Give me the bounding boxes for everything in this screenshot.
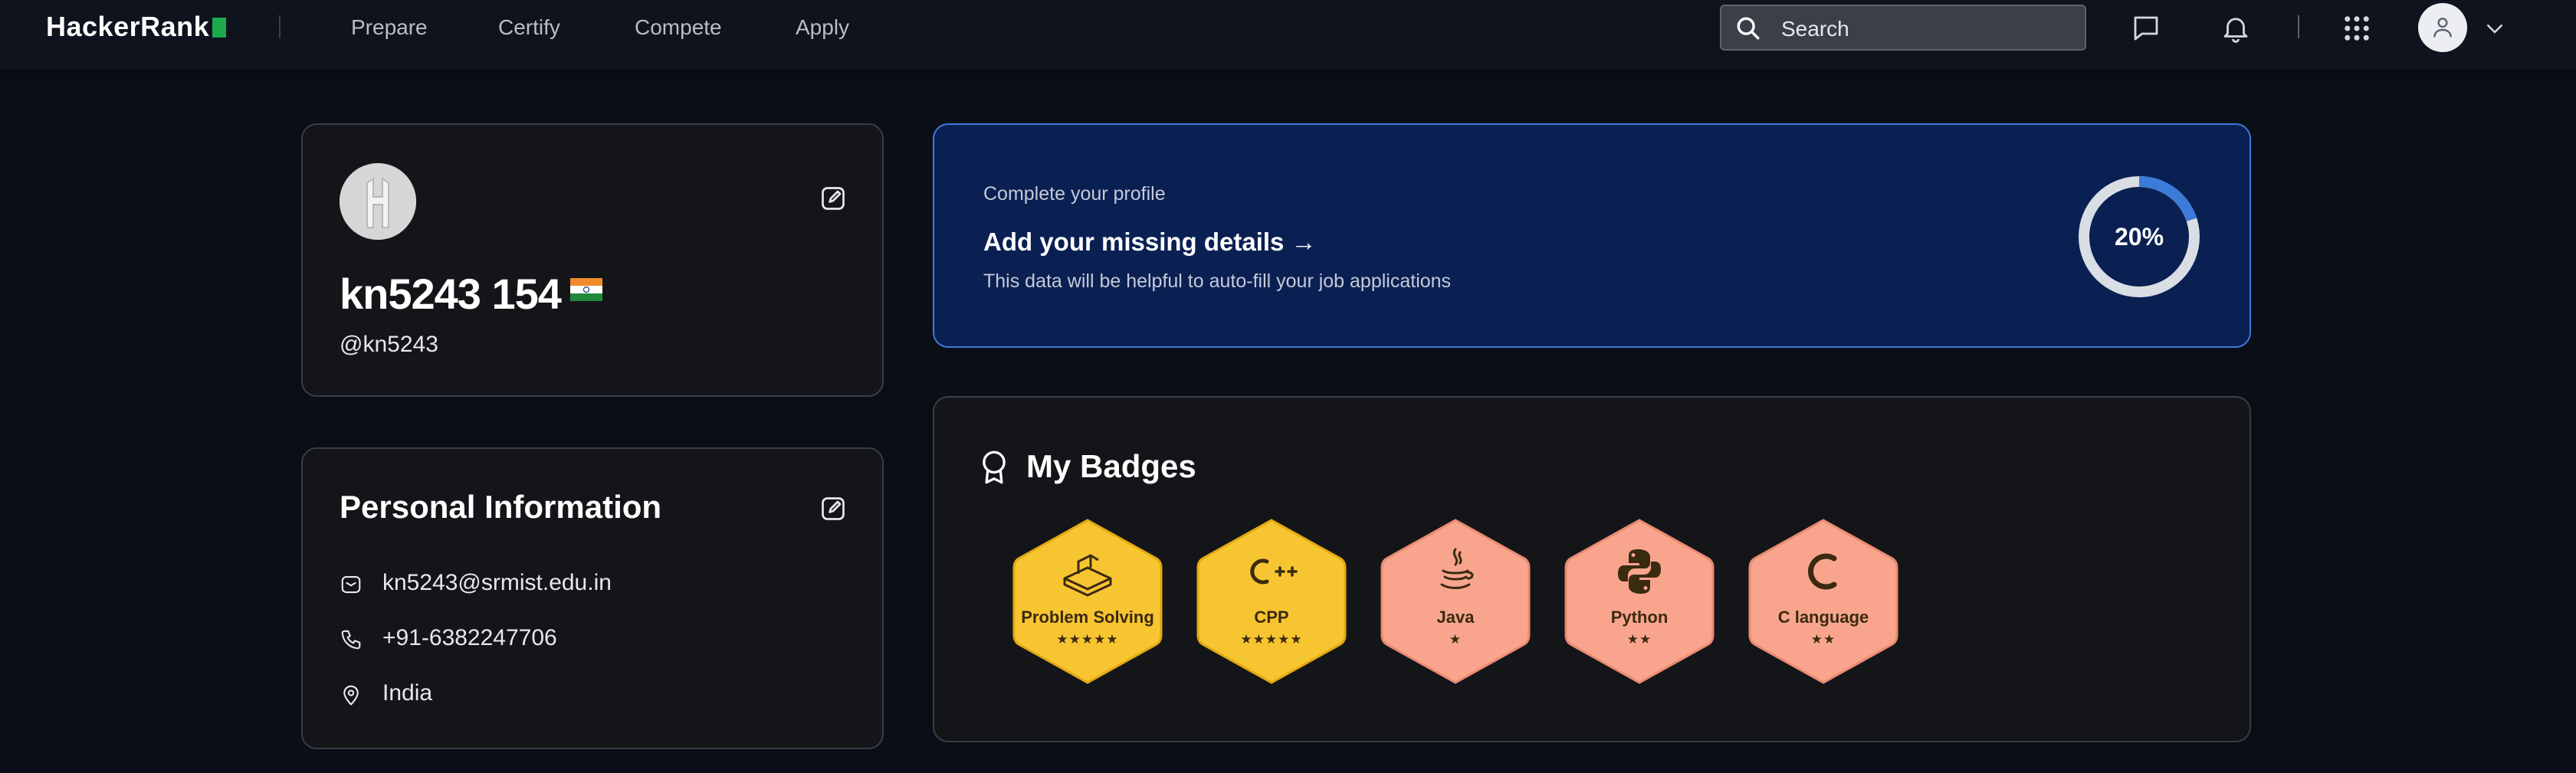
- badge-name: Java: [1436, 608, 1475, 627]
- top-navigation-bar: HackerRank Prepare Certify Compete Apply…: [0, 0, 2576, 69]
- chevron-down-icon[interactable]: [2483, 17, 2506, 40]
- personal-information-title: Personal Information: [340, 489, 662, 525]
- hackerrank-logo[interactable]: HackerRank: [46, 11, 227, 43]
- profile-handle: @kn5243: [340, 332, 438, 357]
- search-placeholder: Search: [1781, 17, 1849, 41]
- nav-compete[interactable]: Compete: [635, 15, 722, 40]
- badge-problem-solving[interactable]: Problem Solving ★★★★★: [1011, 517, 1164, 686]
- location-pin-icon: [343, 685, 359, 706]
- nav-apply[interactable]: Apply: [796, 15, 849, 40]
- user-avatar[interactable]: [2418, 3, 2467, 52]
- location-value: India: [382, 680, 433, 706]
- hexagon-shape: [1748, 519, 1898, 684]
- message-icon[interactable]: [2130, 12, 2162, 44]
- edit-profile-icon[interactable]: [819, 185, 847, 212]
- badge-python[interactable]: Python ★★: [1563, 517, 1716, 686]
- hexagon-shape: [1564, 519, 1715, 684]
- hackerrank-avatar-icon: [340, 163, 416, 240]
- c-language-icon: [1808, 553, 1837, 590]
- bell-icon[interactable]: [2220, 12, 2252, 44]
- profile-name: kn5243 154: [340, 269, 602, 319]
- apps-grid-icon[interactable]: [2341, 12, 2373, 44]
- nav-certify[interactable]: Certify: [498, 15, 560, 40]
- badge-cpp[interactable]: CPP ★★★★★: [1195, 517, 1348, 686]
- personal-information-card: Personal Information kn5243@srmist.edu.i…: [301, 447, 884, 749]
- badge-stars: ★★★★★: [1056, 632, 1119, 647]
- python-icon: [1618, 549, 1661, 594]
- email-value: kn5243@srmist.edu.in: [382, 570, 612, 595]
- phone-value: +91-6382247706: [382, 625, 557, 650]
- badge-java[interactable]: Java ★: [1379, 517, 1532, 686]
- add-missing-details-link[interactable]: Add your missing details →: [983, 228, 1317, 257]
- logo-mark: [212, 18, 227, 38]
- complete-profile-subtitle: Complete your profile: [983, 183, 1166, 205]
- badge-name: Python: [1610, 608, 1669, 627]
- edit-personal-info-icon[interactable]: [819, 495, 847, 522]
- progress-percentage: 20%: [2114, 223, 2164, 251]
- problem-solving-icon: [1063, 554, 1112, 597]
- badge-stars: ★: [1449, 632, 1462, 647]
- complete-profile-description: This data will be helpful to auto-fill y…: [983, 270, 1452, 292]
- badge-stars: ★★: [1810, 632, 1836, 647]
- header-divider: [2298, 15, 2299, 38]
- profile-avatar: [340, 163, 416, 240]
- badge-stars: ★★★★★: [1240, 632, 1303, 647]
- mail-icon: [341, 575, 361, 594]
- search-icon: [1737, 17, 1760, 40]
- hexagon-shape: [1012, 519, 1163, 684]
- badge-name: C language: [1777, 608, 1869, 627]
- my-badges-title: My Badges: [1026, 448, 1196, 484]
- badge-stars: ★★: [1626, 632, 1652, 647]
- profile-card: kn5243 154 @kn5243: [301, 123, 884, 397]
- hexagon-shape: [1380, 519, 1531, 684]
- cpp-icon: [1250, 558, 1298, 585]
- java-icon: [1440, 548, 1474, 589]
- india-flag-icon: [569, 278, 602, 301]
- search-box[interactable]: Search: [1720, 5, 2086, 51]
- complete-profile-banner[interactable]: Complete your profile Add your missing d…: [933, 123, 2251, 348]
- badge-name: CPP: [1254, 608, 1289, 627]
- phone-icon: [341, 630, 361, 650]
- user-icon: [2433, 18, 2452, 38]
- badge-ribbon-icon: [983, 450, 1006, 484]
- my-badges-card: My Badges Problem Solving ★★★★★ CPP ★★★★…: [933, 396, 2251, 742]
- badge-c-language[interactable]: C language ★★: [1747, 517, 1900, 686]
- nav-prepare[interactable]: Prepare: [351, 15, 428, 40]
- badge-name: Problem Solving: [1021, 608, 1154, 627]
- nav-divider: [279, 15, 281, 38]
- hexagon-shape: [1196, 519, 1347, 684]
